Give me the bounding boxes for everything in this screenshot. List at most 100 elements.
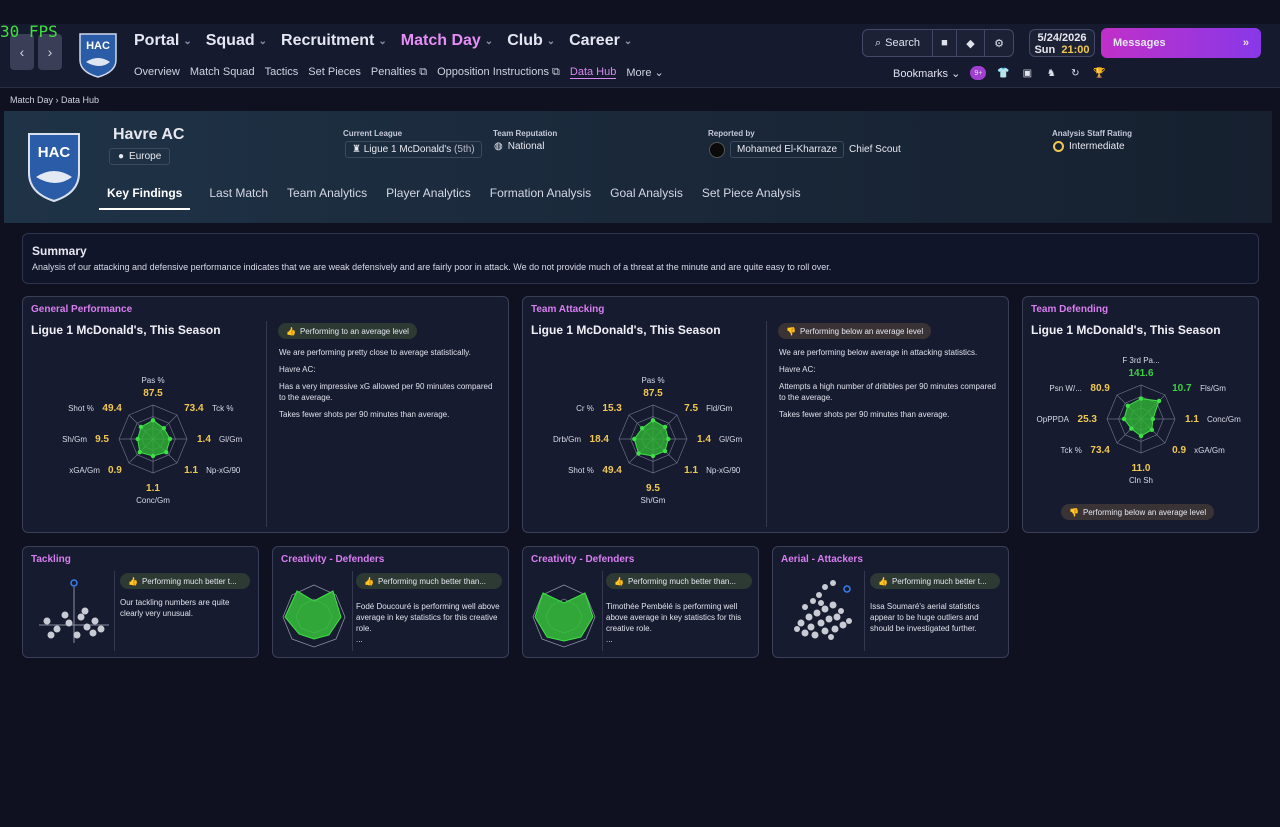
team-defending-card[interactable]: Team Defending Ligue 1 McDonald's, This … [1022, 296, 1259, 533]
radar-point [161, 425, 167, 431]
radar-axis-label: Shot % [568, 466, 594, 475]
subnav-overview[interactable]: Overview [134, 66, 180, 79]
radar-value: 49.4 [102, 403, 122, 414]
desc-line: We are performing below average in attac… [779, 348, 978, 357]
creativity-defenders-card-1[interactable]: Creativity - Defenders 👍 Performing much … [272, 546, 509, 658]
tab-player-analytics[interactable]: Player Analytics [386, 186, 471, 210]
team-attacking-card[interactable]: Team Attacking Ligue 1 McDonald's, This … [522, 296, 1009, 533]
scout-role: Chief Scout [849, 144, 901, 155]
subnav-tactics[interactable]: Tactics [265, 66, 299, 79]
nav-match-day[interactable]: Match Day ⌄ [401, 32, 493, 50]
league-position: (5th) [454, 144, 475, 155]
nav-squad[interactable]: Squad ⌄ [206, 32, 267, 50]
refresh-icon[interactable]: ↻ [1068, 66, 1082, 80]
nav-match-day-label: Match Day [400, 32, 481, 49]
divider [352, 571, 353, 651]
date-time-box[interactable]: 5/24/2026 Sun 21:00 [1029, 29, 1095, 57]
messages-label: Messages [1113, 37, 1166, 49]
club-crest-icon[interactable]: HAC [78, 32, 118, 78]
nav-recruitment[interactable]: Recruitment ⌄ [281, 32, 387, 50]
subnav-set-pieces[interactable]: Set Pieces [308, 66, 361, 79]
subnav-more-label: More [626, 67, 652, 79]
chat-icon[interactable]: 9+ [970, 66, 987, 80]
double-chevron-right-icon: » [1242, 37, 1249, 49]
bookmark-button[interactable]: ■ [933, 30, 957, 56]
tab-formation-analysis[interactable]: Formation Analysis [490, 186, 591, 210]
reported-by-label: Reported by [708, 129, 755, 138]
tactics-icon[interactable]: ♞ [1044, 66, 1058, 80]
trophy-icon[interactable]: 🏆 [1092, 66, 1106, 80]
league-name: Ligue 1 McDonald's [363, 144, 452, 155]
radar-value: 11.0 [1132, 463, 1151, 474]
subnav-match-squad[interactable]: Match Squad [190, 66, 255, 79]
nav-club[interactable]: Club ⌄ [507, 32, 555, 50]
main-nav: Portal ⌄ Squad ⌄ Recruitment ⌄ Match Day ⌄ C… [134, 32, 632, 50]
chevron-down-icon: ⌄ [183, 35, 192, 47]
app-root: 30 FPS ‹ › HAC Portal ⌄ Squad ⌄ Recruitmen… [0, 0, 1280, 827]
tab-goal-analysis[interactable]: Goal Analysis [610, 186, 683, 210]
radar-value: 80.9 [1090, 383, 1110, 394]
card-description: Fodé Doucouré is performing well above a… [356, 601, 502, 645]
card-title: Team Defending [1031, 304, 1109, 315]
radar-point [1125, 403, 1130, 408]
shirt-icon[interactable]: 👕 [996, 66, 1010, 80]
nav-career[interactable]: Career ⌄ [569, 32, 632, 50]
radar-axis-label: Sh/Gm [641, 496, 666, 505]
club-name: Havre AC [113, 126, 185, 143]
staff-rating-value: Intermediate [1053, 141, 1125, 152]
desc-line: Attempts a high number of dribbles per 9… [779, 382, 997, 402]
aerial-attackers-card[interactable]: Aerial - Attackers 👍 Performing much bett… [772, 546, 1009, 658]
radar-point [1129, 426, 1134, 431]
tackling-card[interactable]: Tackling 👍 Performing much better t... Ou… [22, 546, 259, 658]
radar-value: 73.4 [184, 403, 204, 414]
search-button[interactable]: ⌕ Search [863, 30, 933, 56]
current-league-value[interactable]: ♜ Ligue 1 McDonald's (5th) [345, 141, 482, 158]
tackling-scatter-icon [39, 579, 109, 643]
subnav-data-hub[interactable]: Data Hub [569, 66, 617, 79]
club-crest-large-icon: HAC [28, 133, 80, 203]
radar-point [1138, 396, 1144, 401]
subnav-penalties[interactable]: Penalties ⧉ [371, 66, 427, 79]
creativity-radar-icon [282, 584, 346, 648]
card-description: Our tackling numbers are quite clearly v… [120, 598, 230, 618]
tab-set-piece-analysis[interactable]: Set Piece Analysis [702, 186, 801, 210]
radar-point [1149, 427, 1155, 433]
tab-key-findings[interactable]: Key Findings [99, 186, 191, 210]
radar-axis-label: Gl/Gm [719, 435, 742, 444]
card-subtitle: Ligue 1 McDonald's, This Season [31, 323, 221, 337]
radar-value: 1.4 [197, 434, 211, 445]
radar-point [639, 425, 645, 431]
radar-point [138, 424, 144, 430]
messages-button[interactable]: Messages » [1101, 28, 1261, 58]
club-icon-button[interactable]: ◆ [957, 30, 985, 56]
chevron-down-icon: ⌄ [378, 35, 387, 47]
subnav-opposition-instructions[interactable]: Opposition Instructions ⧉ [437, 66, 560, 79]
radar-point [1156, 398, 1162, 404]
radar-value: 9.5 [646, 483, 660, 494]
divider [266, 321, 267, 527]
radar-value: 18.4 [590, 434, 610, 445]
desc-line: Havre AC: [779, 365, 816, 374]
settings-button[interactable]: ⚙ [985, 30, 1013, 56]
radar-axis-label: Pas % [641, 376, 664, 385]
desc-more: ... [606, 635, 613, 644]
breadcrumb-parent[interactable]: Match Day [10, 95, 53, 105]
search-icon: ⌕ [874, 36, 882, 49]
card-title: General Performance [31, 304, 133, 315]
performance-badge: 👎 Performing below an average level [1061, 504, 1215, 520]
board-icon[interactable]: ▣ [1020, 66, 1034, 80]
tab-team-analytics[interactable]: Team Analytics [287, 186, 367, 210]
region-tag: ● Europe [109, 148, 171, 165]
reported-by-value[interactable]: Mohamed El-Kharraze Chief Scout [709, 141, 901, 158]
bookmarks-dropdown[interactable]: Bookmarks ⌄ [893, 67, 960, 80]
chevron-down-icon: ⌄ [623, 35, 633, 47]
creativity-defenders-card-2[interactable]: Creativity - Defenders 👍 Performing much … [522, 546, 759, 658]
tab-last-match[interactable]: Last Match [209, 186, 268, 210]
card-description: Issa Soumaré's aerial statistics appear … [870, 602, 980, 633]
general-performance-card[interactable]: General Performance Ligue 1 McDonald's, … [22, 296, 509, 533]
reputation-text: National [507, 141, 545, 152]
reputation-label: Team Reputation [493, 129, 558, 138]
nav-portal[interactable]: Portal ⌄ [134, 32, 192, 50]
sub-nav: Overview Match Squad Tactics Set Pieces … [134, 66, 664, 79]
subnav-more[interactable]: More ⌄ [626, 66, 663, 79]
